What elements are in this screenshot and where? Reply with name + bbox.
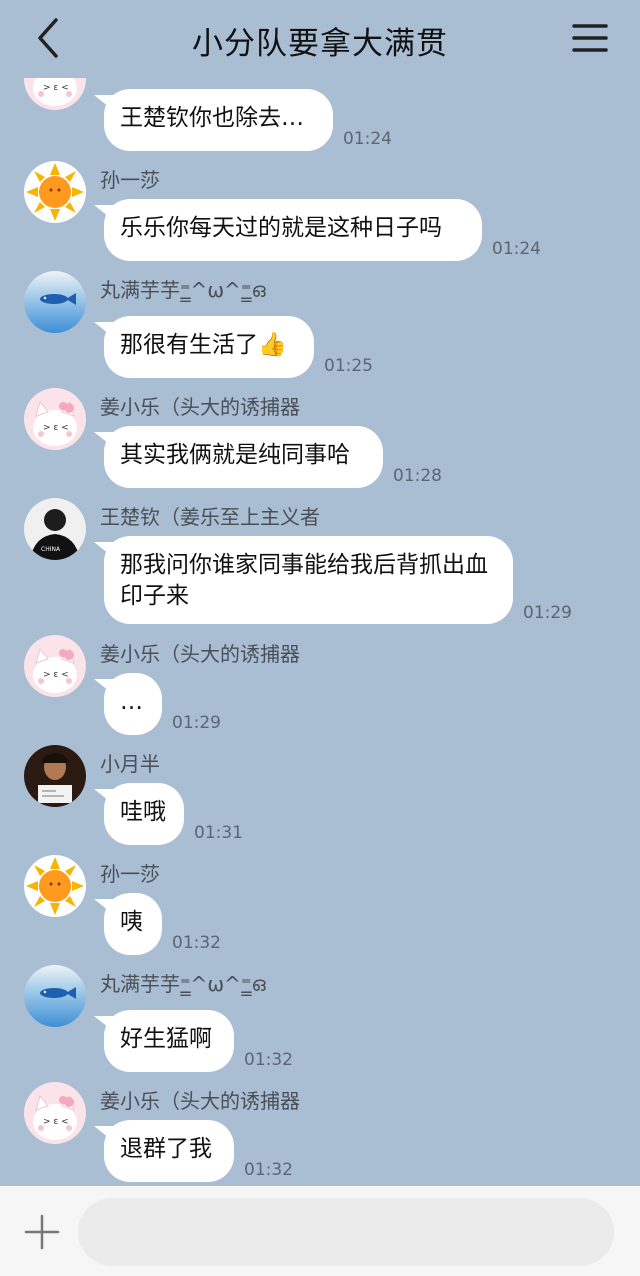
message-bubble[interactable]: 其实我俩就是纯同事哈 xyxy=(94,426,383,488)
portrait-avatar[interactable] xyxy=(24,745,86,807)
chat-title: 小分队要拿大满贯 xyxy=(192,26,448,62)
plus-icon xyxy=(24,1214,60,1250)
kitty-avatar[interactable] xyxy=(24,388,86,450)
message-time: 01:28 xyxy=(393,466,442,486)
message-time: 01:31 xyxy=(194,823,243,843)
hamburger-menu-icon xyxy=(572,24,608,52)
message-bubble[interactable]: 好生猛啊 xyxy=(94,1010,234,1072)
sender-name: 丸满芋芋⁼̳^ω^⁼̳ഒ xyxy=(100,278,266,302)
sender-name: 孙一莎 xyxy=(100,168,160,192)
sun-avatar[interactable] xyxy=(24,855,86,917)
message-time: 01:25 xyxy=(324,356,373,376)
chat-header: 小分队要拿大满贯 xyxy=(0,0,640,78)
message-time: 01:29 xyxy=(172,713,221,733)
message-bubble[interactable]: 乐乐你每天过的就是这种日子吗 xyxy=(94,199,482,261)
message-list[interactable]: 王楚钦你也除去… 01:24 孙一莎 乐乐你每天过的就是这种日子吗 01:24 … xyxy=(0,78,640,1186)
back-button[interactable] xyxy=(30,16,70,60)
sender-name: 姜小乐（头大的诱捕器 xyxy=(100,642,300,666)
message-bubble[interactable]: 退群了我 xyxy=(94,1120,234,1182)
message-bubble[interactable]: 哇哦 xyxy=(94,783,184,845)
message-bubble[interactable]: 咦 xyxy=(94,893,162,955)
athlete-avatar[interactable] xyxy=(24,498,86,560)
sender-name: 王楚钦（姜乐至上主义者 xyxy=(100,505,320,529)
message-bubble[interactable]: 王楚钦你也除去… xyxy=(94,89,333,151)
sun-avatar[interactable] xyxy=(24,161,86,223)
message-time: 01:32 xyxy=(244,1050,293,1070)
fish-avatar[interactable] xyxy=(24,965,86,1027)
message-input[interactable] xyxy=(78,1198,614,1266)
sender-name: 小月半 xyxy=(100,752,160,776)
menu-button[interactable] xyxy=(568,18,612,58)
kitty-avatar[interactable] xyxy=(24,635,86,697)
fish-avatar[interactable] xyxy=(24,271,86,333)
sender-name: 孙一莎 xyxy=(100,862,160,886)
add-attachment-button[interactable] xyxy=(22,1212,62,1252)
message-time: 01:24 xyxy=(343,129,392,149)
message-time: 01:32 xyxy=(172,933,221,953)
sender-name: 姜小乐（头大的诱捕器 xyxy=(100,1089,300,1113)
sender-name: 丸满芋芋⁼̳^ω^⁼̳ഒ xyxy=(100,972,266,996)
message-bubble[interactable]: 那我问你谁家同事能给我后背抓出血印子来 xyxy=(94,536,513,624)
kitty-avatar[interactable] xyxy=(24,1082,86,1144)
message-time: 01:24 xyxy=(492,239,541,259)
kitty-avatar[interactable] xyxy=(24,78,86,110)
chevron-left-icon xyxy=(38,18,58,58)
message-time: 01:29 xyxy=(523,603,572,623)
message-bubble[interactable]: 那很有生活了👍 xyxy=(94,316,314,378)
message-time: 01:32 xyxy=(244,1160,293,1180)
message-bubble[interactable]: … xyxy=(94,673,162,735)
sender-name: 姜小乐（头大的诱捕器 xyxy=(100,395,300,419)
